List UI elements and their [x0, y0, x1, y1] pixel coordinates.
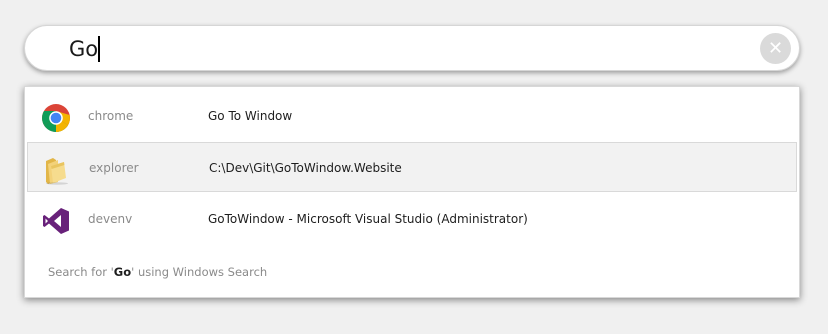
- search-box[interactable]: Go ✕: [24, 25, 800, 71]
- result-row-explorer[interactable]: explorer C:\Dev\Git\GoToWindow.Website: [27, 142, 797, 192]
- window-title: C:\Dev\Git\GoToWindow.Website: [209, 161, 402, 175]
- windows-search-link[interactable]: Search for 'Go' using Windows Search: [48, 265, 267, 279]
- process-name: explorer: [89, 161, 139, 175]
- windows-search-prefix: Search for ': [48, 265, 114, 279]
- result-row-chrome[interactable]: chrome Go To Window: [27, 91, 797, 141]
- search-query: Go: [69, 37, 99, 61]
- result-row-devenv[interactable]: devenv GoToWindow - Microsoft Visual Stu…: [27, 194, 797, 244]
- window-title: GoToWindow - Microsoft Visual Studio (Ad…: [208, 212, 528, 226]
- process-name: chrome: [88, 109, 134, 123]
- window-title: Go To Window: [208, 109, 293, 123]
- windows-search-suffix: ' using Windows Search: [131, 265, 268, 279]
- folder-icon: [46, 158, 68, 185]
- close-icon: ✕: [767, 38, 784, 59]
- process-name: devenv: [88, 212, 133, 226]
- text-caret: [98, 36, 101, 62]
- search-input[interactable]: Go: [69, 36, 101, 62]
- visual-studio-icon: [43, 208, 69, 234]
- chrome-icon: [42, 104, 70, 132]
- results-list: chrome Go To Window explorer C:\Dev\Git\…: [24, 86, 800, 298]
- clear-search-button[interactable]: ✕: [760, 33, 791, 64]
- windows-search-term: Go: [113, 265, 132, 279]
